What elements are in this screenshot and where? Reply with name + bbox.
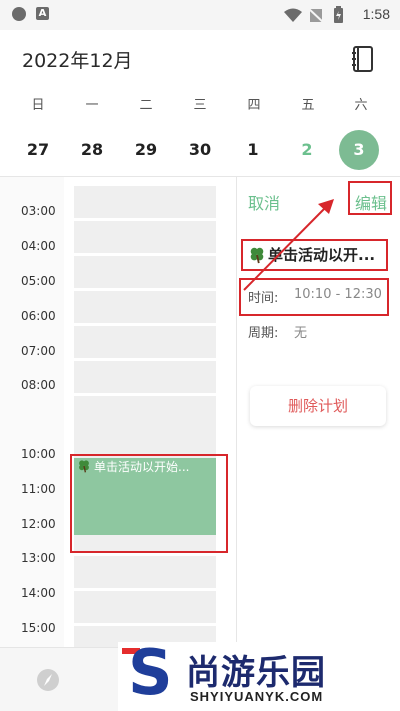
compass-icon[interactable]	[36, 668, 60, 692]
annotation-arrow	[243, 199, 334, 291]
watermark-title: 尚游乐园	[186, 653, 326, 693]
watermark-logo: S	[128, 636, 173, 709]
watermark-domain: SHYIYUANYK.COM	[190, 689, 324, 704]
